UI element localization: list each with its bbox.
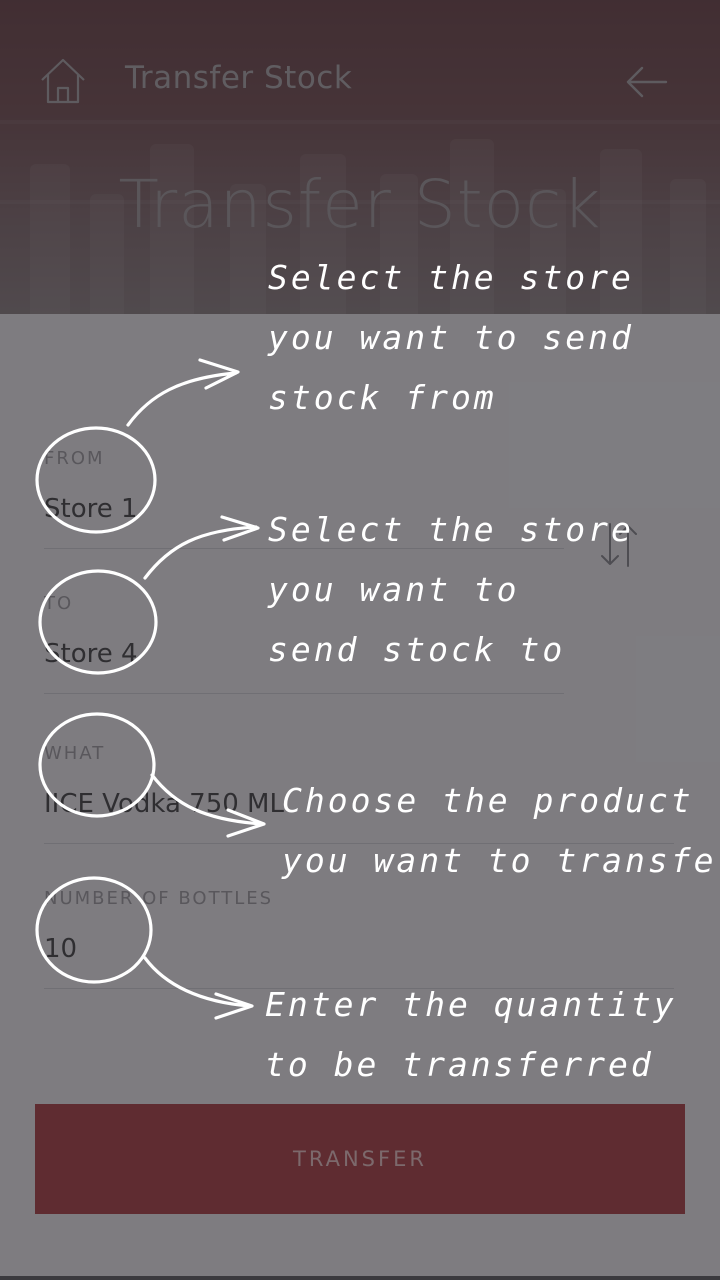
hero-shelf [0,120,720,124]
bottom-edge [0,1276,720,1280]
annotation-line: send stock to [268,630,566,669]
to-annotation: Select the store you want to send stock … [268,500,634,680]
annotation-line: you want to [268,570,520,609]
bottles-annotation: Enter the quantity to be transferred [265,975,677,1095]
annotation-line: to be transferred [265,1045,654,1084]
annotation-line: you want to transfer [282,841,720,880]
hero-title: Transfer Stock [118,166,602,243]
back-button[interactable] [624,62,668,102]
from-label: FROM [44,448,105,469]
annotation-line: Choose the product [282,781,694,820]
to-label: TO [44,593,74,614]
to-select[interactable]: Store 4 [44,639,138,669]
what-label: WHAT [44,743,106,764]
from-select[interactable]: Store 1 [44,494,138,524]
transfer-button[interactable]: TRANSFER [35,1104,685,1214]
annotation-line: Select the store [268,510,634,549]
transfer-stock-screen: Transfer Stock Transfer Stock FROM Store… [0,0,720,1280]
to-divider [44,693,564,694]
what-annotation: Choose the product you want to transfer [282,771,720,891]
arrow-left-icon [626,66,668,98]
home-button[interactable] [36,54,90,108]
from-annotation: Select the store you want to send stock … [268,248,634,428]
bottles-label: NUMBER OF BOTTLES [44,888,274,909]
annotation-line: you want to send [268,318,634,357]
bottles-input[interactable]: 10 [44,934,77,964]
product-select[interactable]: IICE Vodka 750 ML [44,789,284,819]
annotation-line: stock from [268,378,497,417]
home-icon [41,58,85,104]
header-title: Transfer Stock [125,60,353,96]
annotation-line: Select the store [268,258,634,297]
annotation-line: Enter the quantity [265,985,677,1024]
